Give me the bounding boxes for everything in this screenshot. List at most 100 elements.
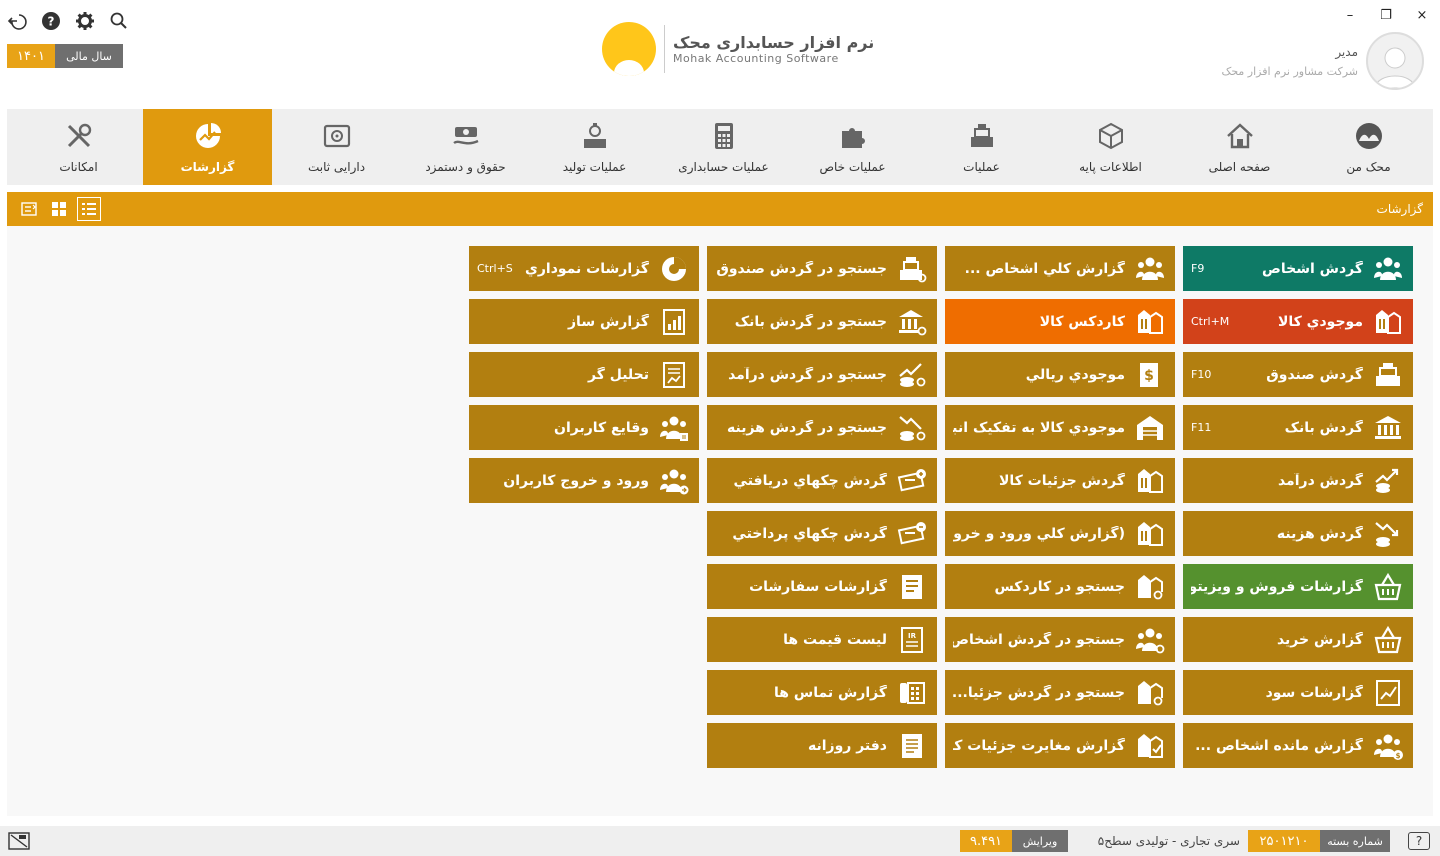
report-tile-label: گزارش کلي اشخاص ... — [964, 260, 1125, 277]
nav-item-0[interactable]: محک من — [1304, 109, 1433, 185]
salary-icon — [451, 121, 481, 154]
package-value: ۲۵۰۱۲۱۰ — [1248, 830, 1320, 852]
report-tile[interactable]: گزارش مغايرت جزئيات کالا — [945, 723, 1175, 768]
report-tile[interactable]: موجودي کالا به تفکيک انبار — [945, 405, 1175, 450]
report-tile[interactable]: گزارش تماس ها — [707, 670, 937, 715]
report-tile[interactable]: گردش اشخاص F9 — [1183, 246, 1413, 291]
nav-item-9[interactable]: گزارشات — [143, 109, 272, 185]
report-tile-shortcut: F10 — [1191, 368, 1212, 381]
report-tile[interactable]: گزارشات نموداري Ctrl+S — [469, 246, 699, 291]
report-tile[interactable]: گردش درآمد — [1183, 458, 1413, 503]
report-tile[interactable]: گزارشات سفارشات — [707, 564, 937, 609]
inventory-icon — [1371, 305, 1405, 339]
report-tile[interactable]: گردش چکهاي پرداختي — [707, 511, 937, 556]
report-tile-label: گردش بانک — [1284, 419, 1363, 436]
profit-chart-icon — [1371, 676, 1405, 710]
report-tile[interactable]: گردش هزينه — [1183, 511, 1413, 556]
report-tile[interactable]: (گزارش کلي ورود و خرو... — [945, 511, 1175, 556]
cheque-out-icon — [895, 517, 929, 551]
people-icon — [1133, 252, 1167, 286]
report-tile[interactable]: $ گزارش مانده اشخاص ... — [1183, 723, 1413, 768]
puzzle-icon — [838, 121, 868, 154]
report-tile[interactable]: تحليل گر — [469, 352, 699, 397]
search-icon[interactable] — [108, 10, 130, 32]
report-tile-label: گزارش خريد — [1276, 631, 1363, 648]
fiscal-year[interactable]: ۱۴۰۱ سال مالی — [7, 44, 123, 68]
nav-item-5[interactable]: عملیات حسابداری — [659, 109, 788, 185]
fiscal-year-value: ۱۴۰۱ — [7, 44, 55, 68]
report-tile-label: ليست قيمت ها — [783, 631, 887, 648]
nav-item-label: عملیات — [963, 159, 1000, 174]
report-tile[interactable]: گردش جزئيات کالا — [945, 458, 1175, 503]
status-help-button[interactable]: ? — [1408, 832, 1430, 850]
logout-icon[interactable] — [6, 10, 28, 32]
bank-icon — [1371, 411, 1405, 445]
report-tile[interactable]: IR ليست قيمت ها — [707, 617, 937, 662]
report-tile-label: موجودي کالا — [1277, 313, 1363, 330]
report-tile[interactable]: جستجو در کاردکس — [945, 564, 1175, 609]
nav-item-8[interactable]: دارایی ثابت — [272, 109, 401, 185]
journal-icon — [895, 729, 929, 763]
home-icon — [1225, 121, 1255, 154]
report-tile[interactable]: ورود و خروج کاربران — [469, 458, 699, 503]
report-tile[interactable]: $ موجودي ريالي — [945, 352, 1175, 397]
phone-icon — [895, 676, 929, 710]
report-tile[interactable]: دفتر روزانه — [707, 723, 937, 768]
cash-register-icon — [1371, 358, 1405, 392]
help-icon[interactable]: ? — [40, 10, 62, 32]
svg-text:$: $ — [1396, 752, 1401, 760]
cash-search-icon — [895, 252, 929, 286]
window-controls: – ❐ × — [1342, 6, 1430, 24]
report-tile[interactable]: گزارش ساز — [469, 299, 699, 344]
user-block[interactable]: مدیر شرکت مشاور نرم افزار محک — [1221, 32, 1424, 90]
gear-icon[interactable] — [74, 10, 96, 32]
report-tile[interactable]: گزارشات سود — [1183, 670, 1413, 715]
report-tile[interactable]: جستجو در گردش درآمد — [707, 352, 937, 397]
report-tile[interactable]: گردش چکهاي دريافتي — [707, 458, 937, 503]
minimize-button[interactable]: – — [1342, 6, 1358, 24]
nav-item-label: اطلاعات پایه — [1079, 159, 1142, 174]
toggle-panel-icon[interactable] — [17, 197, 41, 221]
list-view-icon[interactable] — [77, 197, 101, 221]
report-tile[interactable]: گردش بانک F11 — [1183, 405, 1413, 450]
report-tile-label: گردش چکهاي دريافتي — [733, 472, 887, 489]
report-tile-label: گردش اشخاص — [1262, 260, 1363, 277]
report-tile[interactable]: جستجو در گردش هزينه — [707, 405, 937, 450]
nav-item-label: عملیات حسابداری — [678, 159, 769, 174]
report-tile[interactable]: جستجو در گردش اشخاص — [945, 617, 1175, 662]
nav-item-4[interactable]: عملیات خاص — [788, 109, 917, 185]
bank-search-icon — [895, 305, 929, 339]
report-tile[interactable]: وقايع کاربران — [469, 405, 699, 450]
nav-item-2[interactable]: اطلاعات پایه — [1046, 109, 1175, 185]
calculator-toggle-icon[interactable] — [8, 831, 30, 851]
logo-divider — [664, 25, 665, 73]
report-tile[interactable]: جستجو در گردش جزئيا... — [945, 670, 1175, 715]
avatar[interactable] — [1366, 32, 1424, 90]
nav-item-1[interactable]: صفحه اصلی — [1175, 109, 1304, 185]
report-tile-shortcut: F9 — [1191, 262, 1205, 275]
report-tile[interactable]: جستجو در گردش بانک — [707, 299, 937, 344]
inventory-icon — [1133, 517, 1167, 551]
nav-item-6[interactable]: عملیات تولید — [530, 109, 659, 185]
nav-item-7[interactable]: حقوق و دستمزد — [401, 109, 530, 185]
nav-item-3[interactable]: عملیات — [917, 109, 1046, 185]
report-tile[interactable]: گردش صندوق F10 — [1183, 352, 1413, 397]
report-tile-label: جستجو در گردش هزينه — [726, 419, 887, 436]
report-tile[interactable]: موجودي کالا Ctrl+M — [1183, 299, 1413, 344]
report-tile[interactable]: جستجو در گردش صندوق — [707, 246, 937, 291]
app-logo: نرم افزار حسابداری محک Mohak Accounting … — [602, 22, 874, 76]
restore-button[interactable]: ❐ — [1378, 6, 1394, 24]
expense-icon — [1371, 517, 1405, 551]
users-login-icon — [657, 464, 691, 498]
nav-item-label: عملیات خاص — [819, 159, 886, 174]
report-tile[interactable]: گزارش کلي اشخاص ... — [945, 246, 1175, 291]
reports-icon — [193, 121, 223, 154]
calculator-icon — [709, 121, 739, 154]
inventory-check-icon — [1133, 729, 1167, 763]
report-tile[interactable]: گزارش خريد — [1183, 617, 1413, 662]
close-button[interactable]: × — [1414, 6, 1430, 24]
grid-view-icon[interactable] — [47, 197, 71, 221]
report-tile[interactable]: گزارشات فروش و ويزيتوري — [1183, 564, 1413, 609]
report-tile[interactable]: کاردکس کالا — [945, 299, 1175, 344]
nav-item-10[interactable]: امکانات — [14, 109, 143, 185]
